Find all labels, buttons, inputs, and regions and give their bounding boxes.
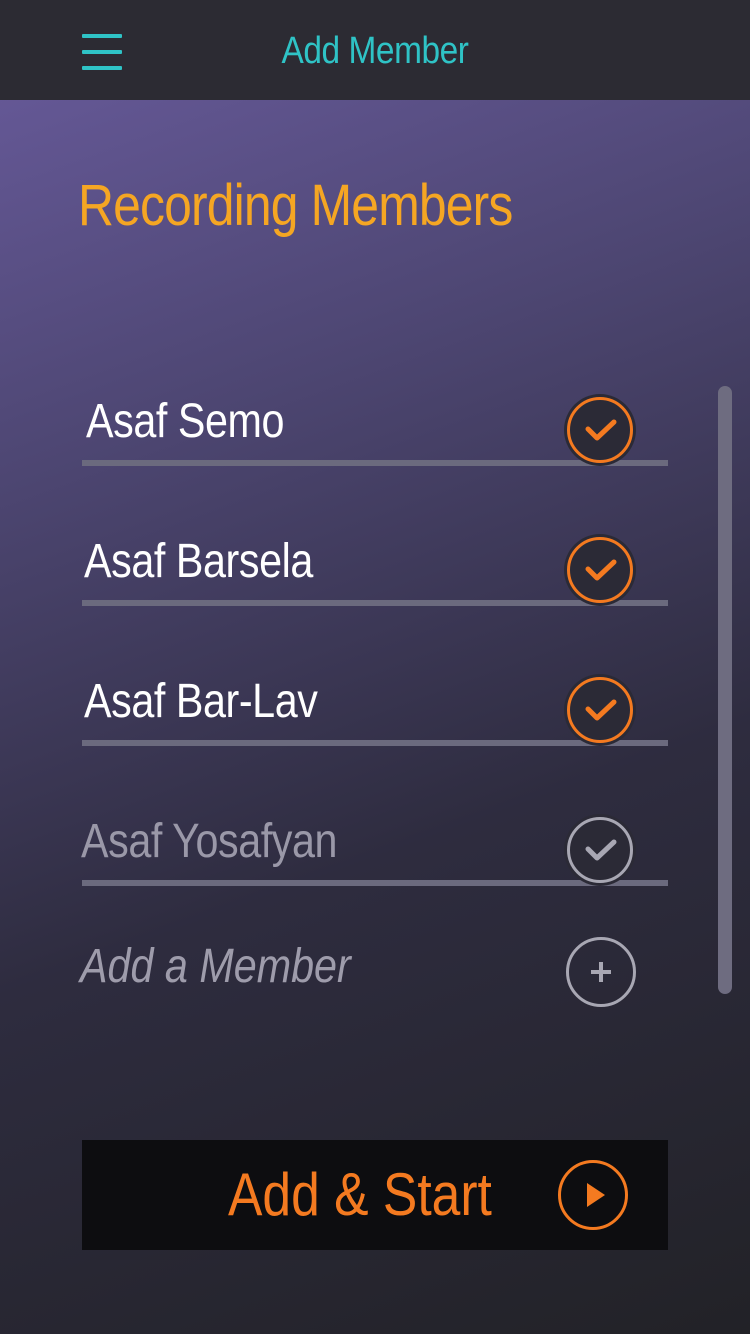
check-icon <box>567 397 633 463</box>
add-and-start-button[interactable]: Add & Start <box>82 1140 668 1250</box>
member-underline <box>82 460 668 466</box>
plus-icon[interactable] <box>566 937 636 1007</box>
check-icon <box>567 537 633 603</box>
section-title: Recording Members <box>78 173 513 238</box>
check-icon <box>567 677 633 743</box>
member-name[interactable]: Asaf Bar-Lav <box>84 674 318 729</box>
member-name[interactable]: Asaf Semo <box>86 394 284 449</box>
member-underline <box>82 600 668 606</box>
member-row: Asaf Barsela <box>82 530 668 610</box>
add-member-input[interactable]: Add a Member <box>80 939 351 994</box>
member-toggle-button[interactable] <box>564 394 636 466</box>
add-and-start-label: Add & Start <box>228 1161 492 1228</box>
check-icon <box>567 817 633 883</box>
add-member-row: Add a Member <box>80 935 668 1009</box>
member-row: Asaf Bar-Lav <box>82 670 668 750</box>
app-header: Add Member <box>0 0 750 100</box>
play-icon <box>558 1160 628 1230</box>
scrollbar[interactable] <box>718 386 732 994</box>
member-toggle-button[interactable] <box>564 674 636 746</box>
member-name[interactable]: Asaf Yosafyan <box>81 814 337 869</box>
member-underline <box>82 740 668 746</box>
page-title: Add Member <box>281 30 469 72</box>
member-toggle-button[interactable] <box>564 534 636 606</box>
member-row: Asaf Yosafyan <box>81 810 668 890</box>
member-toggle-button[interactable] <box>564 814 636 886</box>
member-underline <box>82 880 668 886</box>
member-row: Asaf Semo <box>82 390 668 470</box>
member-name[interactable]: Asaf Barsela <box>84 534 313 589</box>
